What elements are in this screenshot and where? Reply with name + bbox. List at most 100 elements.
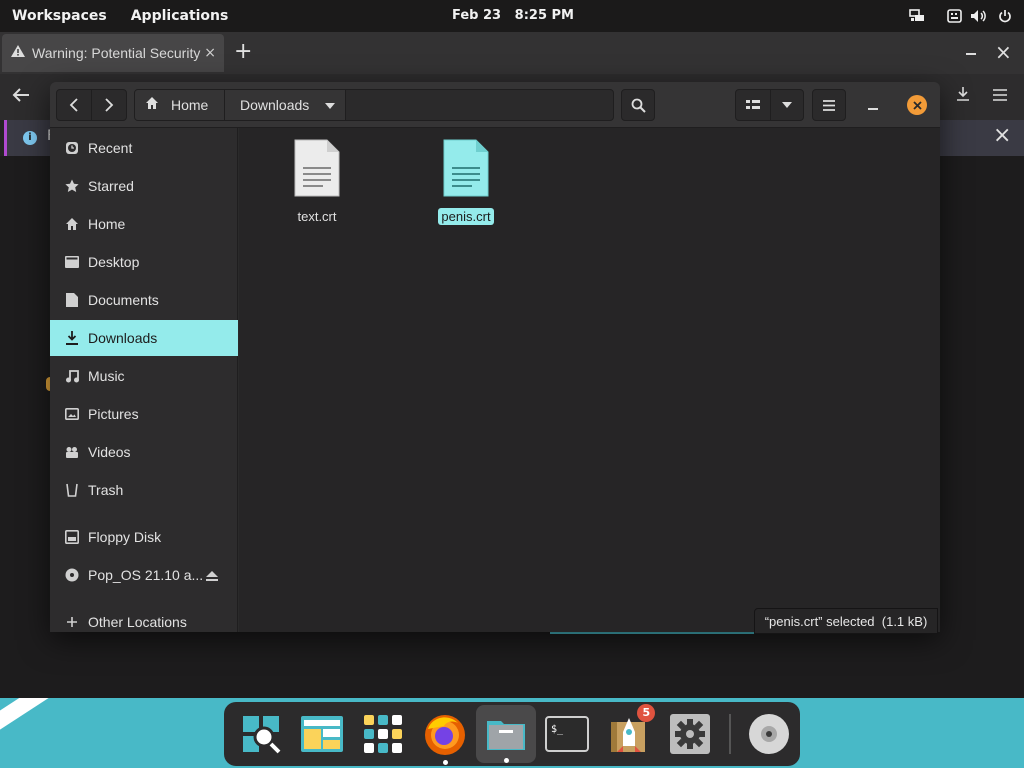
sidebar-item-label: Other Locations — [88, 614, 187, 630]
sidebar-item-recent[interactable]: Recent — [50, 130, 238, 166]
pop-shop-icon[interactable]: 5 — [598, 703, 659, 765]
sidebar-item-home[interactable]: Home — [50, 206, 238, 242]
browser-close-icon[interactable]: × — [995, 40, 1012, 64]
trash-icon — [64, 482, 80, 498]
sidebar-item-label: Floppy Disk — [88, 529, 162, 545]
sidebar-item-label: Trash — [88, 482, 124, 498]
network-icon[interactable] — [909, 9, 925, 23]
minimize-button[interactable] — [868, 108, 878, 110]
info-icon: i — [23, 131, 37, 145]
path-bar: Home Downloads — [134, 89, 614, 121]
sidebar-item-pictures[interactable]: Pictures — [50, 396, 238, 432]
close-button[interactable] — [907, 95, 927, 115]
path-downloads-label: Downloads — [240, 97, 310, 113]
sidebar-item-desktop[interactable]: Desktop — [50, 244, 238, 280]
drive-icon — [64, 529, 80, 545]
chevron-down-icon[interactable] — [325, 98, 336, 113]
running-indicator — [503, 758, 509, 763]
sidebar-item-downloads[interactable]: Downloads — [50, 320, 238, 356]
sidebar-item-label: Pop_OS 21.10 a... — [88, 567, 204, 583]
sidebar-item-music[interactable]: Music — [50, 358, 238, 394]
browser-back-icon[interactable] — [12, 86, 30, 107]
dock: $_ 5 — [224, 702, 800, 766]
file-item[interactable]: text.crt — [272, 138, 362, 228]
firefox-icon[interactable] — [414, 703, 475, 765]
svg-text:$_: $_ — [551, 724, 564, 735]
app-grid-icon[interactable] — [353, 703, 414, 765]
plus-icon — [64, 614, 80, 630]
sidebar-item-videos[interactable]: Videos — [50, 434, 238, 470]
search-app-icon[interactable] — [230, 703, 291, 765]
notification-badge: 5 — [637, 704, 656, 722]
browser-tab[interactable]: Warning: Potential Security × — [2, 34, 224, 72]
top-panel: Workspaces Applications Feb 23 8:25 PM — [0, 0, 1024, 32]
system-tray[interactable] — [909, 0, 1012, 32]
sidebar-item-label: Videos — [88, 444, 131, 460]
sidebar-item-pop-os-disc[interactable]: Pop_OS 21.10 a... — [50, 557, 238, 593]
file-name: text.crt — [297, 209, 337, 224]
new-tab-button[interactable]: + — [234, 41, 252, 63]
power-icon[interactable] — [998, 9, 1012, 23]
browser-downloads-icon[interactable] — [955, 86, 971, 106]
clock-icon — [64, 140, 80, 156]
sidebar-item-label: Pictures — [88, 406, 139, 422]
download-icon — [64, 330, 80, 346]
path-downloads-button[interactable]: Downloads — [225, 90, 346, 120]
sidebar-item-starred[interactable]: Starred — [50, 168, 238, 204]
browser-tab-title: Warning: Potential Security — [32, 45, 201, 61]
video-icon — [64, 444, 80, 460]
star-icon — [64, 178, 80, 194]
clock[interactable]: Feb 23 8:25 PM — [452, 0, 574, 32]
disc-drive-icon[interactable] — [739, 703, 800, 765]
close-icon — [912, 100, 922, 110]
file-manager-icon[interactable] — [476, 705, 536, 763]
applications-button[interactable]: Applications — [119, 0, 241, 32]
forward-button[interactable] — [91, 89, 127, 121]
path-home-button[interactable]: Home — [135, 90, 225, 120]
browser-menu-icon[interactable] — [992, 86, 1008, 107]
sidebar-item-floppy-disk[interactable]: Floppy Disk — [50, 519, 238, 555]
settings-icon[interactable] — [659, 703, 720, 765]
chevron-right-icon — [105, 98, 114, 112]
sidebar-item-trash[interactable]: Trash — [50, 472, 238, 508]
menu-button[interactable] — [812, 89, 846, 121]
eject-icon[interactable] — [206, 568, 218, 584]
file-view[interactable]: text.crt penis.crt — [239, 128, 940, 632]
workspaces-button[interactable]: Workspaces — [0, 0, 119, 32]
sidebar-item-label: Home — [88, 216, 126, 232]
list-view-icon — [746, 100, 760, 109]
running-indicator — [442, 760, 448, 765]
disc-icon — [64, 567, 80, 583]
places-sidebar: Recent Starred Home Desktop Documents Do… — [50, 128, 238, 632]
sidebar-item-label: Desktop — [88, 254, 140, 270]
search-icon — [631, 98, 646, 113]
volume-icon[interactable] — [970, 9, 988, 23]
search-button[interactable] — [621, 89, 655, 121]
sidebar-item-label: Music — [88, 368, 125, 384]
home-icon — [145, 96, 159, 114]
warning-icon — [10, 44, 26, 62]
terminal-icon[interactable]: $_ — [537, 703, 598, 765]
sidebar-item-documents[interactable]: Documents — [50, 282, 238, 318]
document-icon — [64, 292, 80, 308]
sidebar-item-label: Downloads — [88, 330, 158, 346]
view-options-button[interactable] — [770, 89, 804, 121]
file-name: penis.crt — [438, 208, 494, 225]
browser-tab-close-icon[interactable]: × — [204, 45, 216, 61]
text-file-icon — [442, 138, 490, 202]
notification-close-icon[interactable]: × — [993, 123, 1011, 148]
keyboard-icon[interactable] — [947, 9, 962, 23]
picture-icon — [64, 406, 80, 422]
files-app-icon[interactable] — [291, 703, 352, 765]
sidebar-item-label: Starred — [88, 178, 134, 194]
sidebar-item-label: Recent — [88, 140, 133, 156]
wallpaper-stripe — [0, 698, 166, 753]
browser-tab-bar: Warning: Potential Security × + × — [0, 32, 1024, 74]
sidebar-item-other-locations[interactable]: Other Locations — [50, 604, 238, 632]
file-chooser-window: Home Downloads Recent Starred Home Deskt… — [50, 82, 940, 632]
view-mode-button[interactable] — [735, 89, 771, 121]
file-item[interactable]: penis.crt — [421, 138, 511, 228]
back-button[interactable] — [56, 89, 92, 121]
browser-minimize-icon[interactable] — [965, 44, 977, 60]
hamburger-menu-icon — [823, 99, 835, 111]
